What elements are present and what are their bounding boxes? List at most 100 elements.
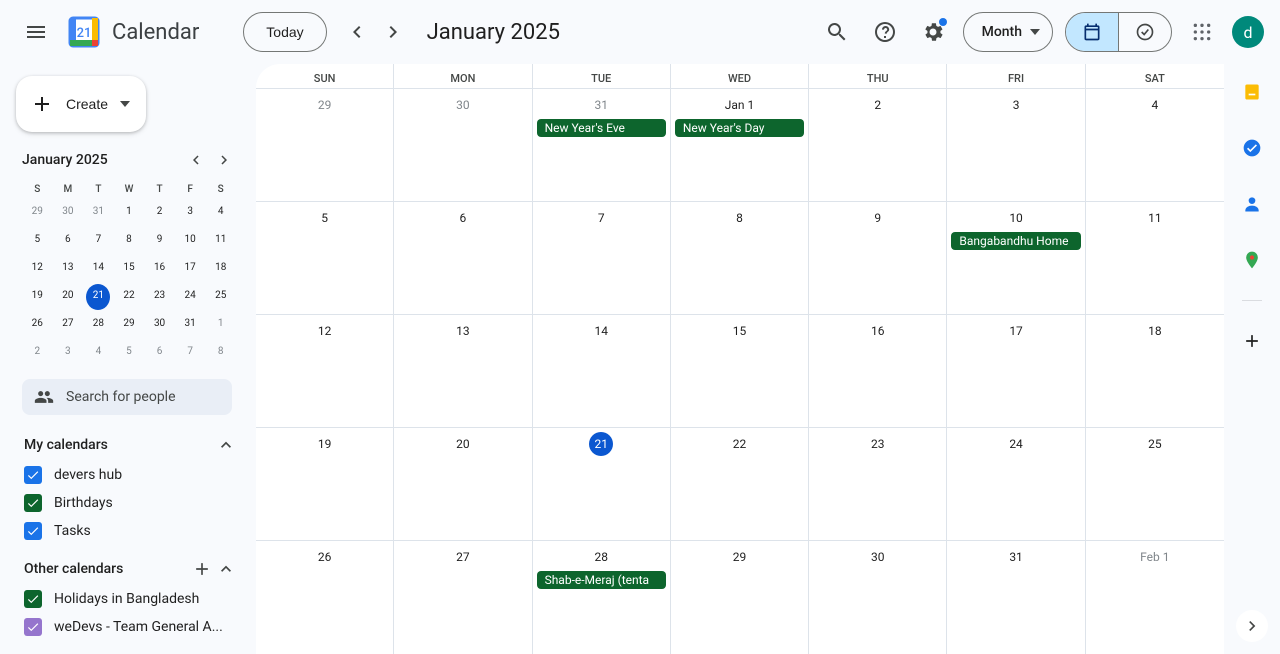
tasks-view-toggle[interactable]	[1119, 13, 1171, 51]
mini-day[interactable]: 2	[148, 200, 172, 226]
other-calendars-header[interactable]: Other calendars	[24, 553, 236, 585]
day-cell[interactable]: 19	[256, 428, 394, 540]
calendar-checkbox[interactable]	[24, 494, 42, 512]
day-cell[interactable]: 15	[671, 315, 809, 427]
day-cell[interactable]: 4	[1086, 89, 1224, 201]
mini-day[interactable]: 18	[209, 256, 233, 282]
current-month-label[interactable]: January 2025	[427, 20, 560, 45]
mini-day[interactable]: 13	[56, 256, 80, 282]
day-number[interactable]: 31	[1004, 545, 1028, 569]
day-cell[interactable]: 5	[256, 202, 394, 314]
day-cell[interactable]: 8	[671, 202, 809, 314]
plus-icon[interactable]	[192, 559, 212, 579]
event-chip[interactable]: Shab-e-Meraj (tenta	[537, 571, 666, 589]
day-number[interactable]: 7	[589, 206, 613, 230]
day-cell[interactable]: 14	[533, 315, 671, 427]
day-number[interactable]: 21	[589, 432, 613, 456]
mini-day[interactable]: 5	[117, 340, 141, 366]
search-button[interactable]	[817, 12, 857, 52]
mini-day[interactable]: 12	[25, 256, 49, 282]
main-menu-button[interactable]	[12, 8, 60, 56]
day-cell[interactable]: 9	[809, 202, 947, 314]
day-number[interactable]: 13	[451, 319, 475, 343]
today-button[interactable]: Today	[243, 12, 326, 52]
day-number[interactable]: 28	[589, 545, 613, 569]
event-chip[interactable]: New Year's Day	[675, 119, 804, 137]
day-cell[interactable]: 30	[809, 541, 947, 654]
mini-day[interactable]: 31	[178, 312, 202, 338]
calendar-item[interactable]: devers hub	[24, 461, 236, 489]
day-number[interactable]: 4	[1143, 93, 1167, 117]
mini-day[interactable]: 15	[117, 256, 141, 282]
day-cell[interactable]: 30	[394, 89, 532, 201]
day-number[interactable]: 9	[866, 206, 890, 230]
maps-icon[interactable]	[1232, 240, 1272, 280]
mini-day[interactable]: 7	[86, 228, 110, 254]
my-calendars-header[interactable]: My calendars	[24, 429, 236, 461]
calendar-checkbox[interactable]	[24, 522, 42, 540]
mini-day[interactable]: 6	[148, 340, 172, 366]
day-number[interactable]: Jan 1	[721, 93, 759, 117]
mini-day[interactable]: 7	[178, 340, 202, 366]
day-number[interactable]: 16	[866, 319, 890, 343]
day-cell[interactable]: 27	[394, 541, 532, 654]
day-cell[interactable]: 24	[947, 428, 1085, 540]
mini-day[interactable]: 19	[25, 284, 49, 310]
mini-day[interactable]: 16	[148, 256, 172, 282]
hide-side-panel-button[interactable]	[1236, 610, 1268, 642]
day-cell[interactable]: 26	[256, 541, 394, 654]
calendar-item[interactable]: Birthdays	[24, 489, 236, 517]
mini-day[interactable]: 3	[56, 340, 80, 366]
day-number[interactable]: 6	[451, 206, 475, 230]
day-number[interactable]: 25	[1143, 432, 1167, 456]
day-number[interactable]: 30	[866, 545, 890, 569]
calendar-item[interactable]: Holidays in Bangladesh	[24, 585, 236, 613]
mini-day[interactable]: 20	[56, 284, 80, 310]
day-number[interactable]: 24	[1004, 432, 1028, 456]
mini-day[interactable]: 17	[178, 256, 202, 282]
day-cell[interactable]: Jan 1 New Year's Day	[671, 89, 809, 201]
day-number[interactable]: 29	[727, 545, 751, 569]
mini-day[interactable]: 29	[117, 312, 141, 338]
mini-day[interactable]: 27	[56, 312, 80, 338]
day-cell[interactable]: 2	[809, 89, 947, 201]
day-number[interactable]: 17	[1004, 319, 1028, 343]
day-number[interactable]: 30	[451, 93, 475, 117]
mini-day[interactable]: 30	[56, 200, 80, 226]
mini-day[interactable]: 8	[117, 228, 141, 254]
mini-day[interactable]: 1	[209, 312, 233, 338]
day-cell[interactable]: 3	[947, 89, 1085, 201]
mini-day[interactable]: 24	[178, 284, 202, 310]
day-number[interactable]: 26	[313, 545, 337, 569]
mini-day[interactable]: 31	[86, 200, 110, 226]
keep-icon[interactable]	[1232, 72, 1272, 112]
day-cell[interactable]: 21	[533, 428, 671, 540]
day-cell[interactable]: 17	[947, 315, 1085, 427]
day-cell[interactable]: 25	[1086, 428, 1224, 540]
event-chip[interactable]: New Year's Eve	[537, 119, 666, 137]
day-number[interactable]: 10	[1004, 206, 1028, 230]
mini-day[interactable]: 3	[178, 200, 202, 226]
day-cell[interactable]: 20	[394, 428, 532, 540]
calendar-checkbox[interactable]	[24, 590, 42, 608]
calendar-item[interactable]: weDevs - Team General A...	[24, 613, 236, 641]
mini-day[interactable]: 25	[209, 284, 233, 310]
day-number[interactable]: 14	[589, 319, 613, 343]
mini-day[interactable]: 8	[209, 340, 233, 366]
day-number[interactable]: Feb 1	[1136, 545, 1173, 569]
day-cell[interactable]: 6	[394, 202, 532, 314]
mini-day[interactable]: 1	[117, 200, 141, 226]
mini-day[interactable]: 4	[209, 200, 233, 226]
day-number[interactable]: 31	[589, 93, 613, 117]
mini-day[interactable]: 4	[86, 340, 110, 366]
day-cell[interactable]: 7	[533, 202, 671, 314]
mini-day[interactable]: 28	[86, 312, 110, 338]
tasks-panel-icon[interactable]	[1232, 128, 1272, 168]
day-cell[interactable]: 16	[809, 315, 947, 427]
view-selector[interactable]: Month	[963, 12, 1053, 52]
mini-day[interactable]: 22	[117, 284, 141, 310]
day-cell[interactable]: 22	[671, 428, 809, 540]
add-panel-icon[interactable]	[1232, 321, 1272, 361]
day-cell[interactable]: 18	[1086, 315, 1224, 427]
create-button[interactable]: Create	[16, 76, 146, 132]
